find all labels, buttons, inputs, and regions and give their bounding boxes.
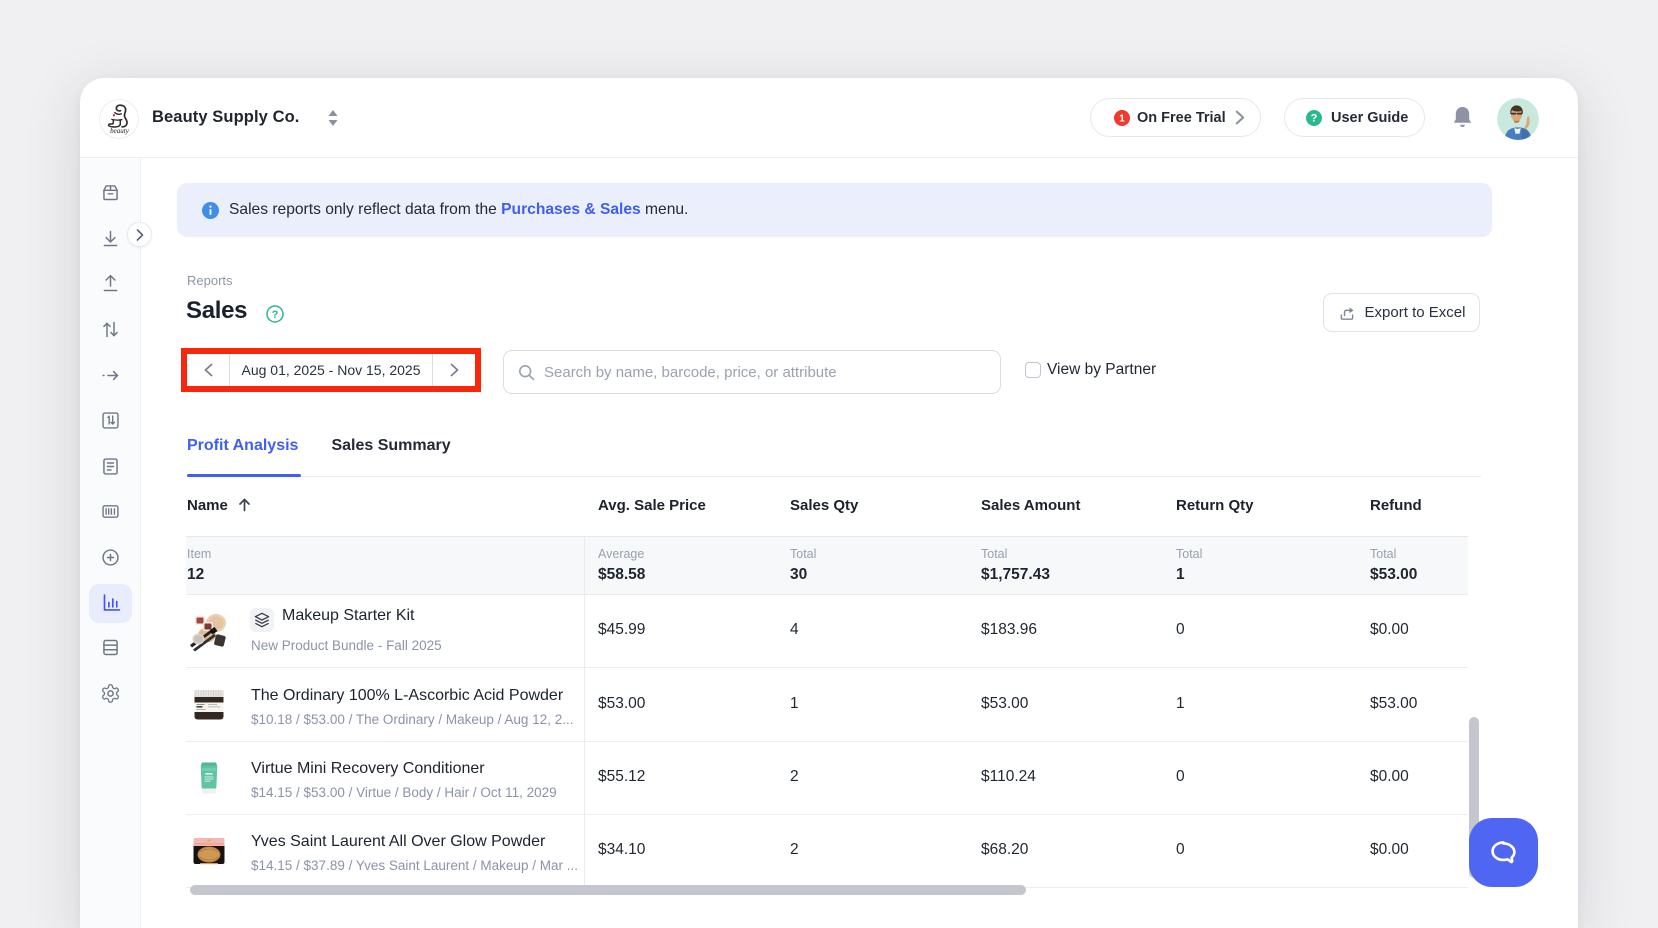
svg-text:?: ? [1311, 112, 1318, 124]
svg-text:?: ? [272, 309, 279, 321]
svg-text:beauty: beauty [110, 127, 130, 135]
svg-text:1: 1 [1119, 113, 1125, 124]
